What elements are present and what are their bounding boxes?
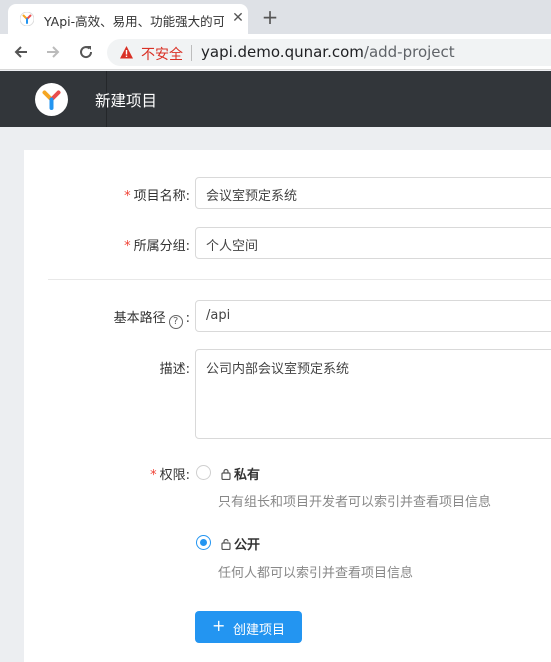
base-path-input[interactable]: /api xyxy=(195,300,551,332)
required-mark: * xyxy=(150,468,157,483)
plus-icon: + xyxy=(212,616,226,635)
form-divider xyxy=(48,279,551,280)
permission-label-box: * 权限: xyxy=(24,464,190,484)
description-label-box: 描述: xyxy=(24,358,190,378)
page-title: 新建项目 xyxy=(95,92,158,110)
group-value: 个人空间 xyxy=(206,239,259,254)
private-option-title[interactable]: 私有 xyxy=(220,464,260,483)
public-option-desc: 任何人都可以索引并查看项目信息 xyxy=(218,566,414,581)
required-mark: * xyxy=(124,239,131,254)
url-host: yapi.demo.qunar.com xyxy=(201,43,364,61)
base-path-value: /api xyxy=(206,308,231,323)
back-arrow-icon[interactable] xyxy=(10,41,32,63)
url-text[interactable]: yapi.demo.qunar.com/add-project xyxy=(201,43,455,61)
permission-label-text: 权限: xyxy=(159,468,190,483)
description-label: 描述: xyxy=(159,362,190,377)
project-name-label-text: 项目名称: xyxy=(133,189,190,204)
base-path-label-text: 基本路径 xyxy=(113,311,166,326)
base-path-label-box: 基本路径?: xyxy=(24,307,190,329)
address-bar[interactable]: 不安全 yapi.demo.qunar.com/add-project xyxy=(107,39,551,66)
browser-toolbar: 不安全 yapi.demo.qunar.com/add-project xyxy=(0,34,551,70)
new-tab-icon[interactable]: + xyxy=(260,7,280,27)
project-name-input[interactable]: 会议室预定系统 xyxy=(195,177,551,209)
create-project-label: 创建项目 xyxy=(233,623,286,638)
yapi-favicon-icon xyxy=(20,12,34,26)
group-label: * 所属分组: xyxy=(124,235,190,254)
app-header: 新建项目 xyxy=(0,71,551,127)
tab-close-icon[interactable]: ✕ xyxy=(230,10,246,26)
project-name-label-box: * 项目名称: xyxy=(24,185,190,205)
description-value: 公司内部会议室预定系统 xyxy=(206,362,350,377)
private-title-text: 私有 xyxy=(234,468,261,483)
private-radio[interactable] xyxy=(196,465,211,480)
private-option-desc: 只有组长和项目开发者可以索引并查看项目信息 xyxy=(218,495,492,510)
public-radio[interactable] xyxy=(196,535,211,550)
group-label-text: 所属分组: xyxy=(133,239,190,254)
url-path: /add-project xyxy=(363,43,455,61)
permission-label: * 权限: xyxy=(150,464,190,483)
browser-tab[interactable]: YApi-高效、易用、功能强大的可 ✕ xyxy=(8,4,248,34)
required-mark: * xyxy=(124,189,131,204)
group-label-box: * 所属分组: xyxy=(24,235,190,255)
public-option-title[interactable]: 公开 xyxy=(220,534,260,553)
address-separator xyxy=(191,45,192,61)
create-project-button[interactable]: + 创建项目 xyxy=(195,611,302,643)
logo-cell[interactable] xyxy=(0,71,107,127)
group-select[interactable]: 个人空间 xyxy=(195,227,551,259)
browser-tab-strip: YApi-高效、易用、功能强大的可 ✕ + xyxy=(0,0,551,34)
project-name-value: 会议室预定系统 xyxy=(206,189,298,204)
description-textarea[interactable]: 公司内部会议室预定系统 xyxy=(195,349,551,439)
project-name-label: * 项目名称: xyxy=(124,185,190,204)
new-project-form: * 项目名称: 会议室预定系统 * 所属分组: 个人空间 基本路径?: /api 描… xyxy=(24,150,551,662)
forward-arrow-icon[interactable] xyxy=(42,41,64,63)
insecure-label[interactable]: 不安全 xyxy=(141,44,183,64)
reload-icon[interactable] xyxy=(75,41,97,63)
lock-icon xyxy=(221,468,231,480)
tab-title: YApi-高效、易用、功能强大的可 xyxy=(44,14,224,29)
warning-triangle-icon xyxy=(120,46,133,59)
unlock-icon xyxy=(221,538,231,550)
help-question-icon[interactable]: ? xyxy=(168,315,183,329)
yapi-logo-icon[interactable] xyxy=(35,83,68,116)
public-title-text: 公开 xyxy=(234,538,261,553)
base-path-label: 基本路径?: xyxy=(113,311,190,329)
